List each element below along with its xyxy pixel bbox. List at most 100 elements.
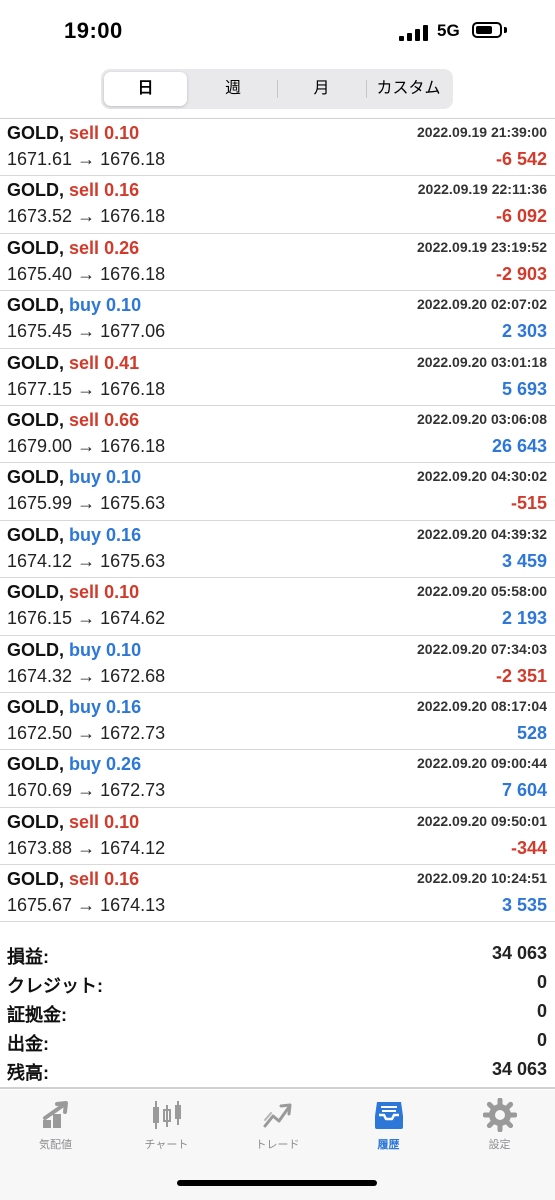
trade-volume: 0.16 <box>106 524 142 545</box>
trade-side: sell <box>69 409 100 430</box>
trade-volume: 0.41 <box>104 352 140 373</box>
summary-value: 0 <box>536 972 547 992</box>
trade-prices: 1671.61 → 1676.18 <box>7 149 166 169</box>
summary-label: 出金: <box>7 1034 49 1054</box>
trade-row[interactable]: GOLD, buy 0.16 2022.09.20 04:39:32 1674.… <box>0 521 555 579</box>
trade-volume: 0.10 <box>104 582 140 603</box>
trade-row[interactable]: GOLD, sell 0.10 2022.09.20 05:58:00 1676… <box>0 578 555 636</box>
summary-value: 34 063 <box>491 943 547 963</box>
summary-label: 損益: <box>7 947 49 967</box>
trade-side: sell <box>69 811 100 832</box>
trade-symbol: GOLD, <box>7 352 64 373</box>
trade-profit: -6 542 <box>495 149 547 169</box>
trade-profit: 2 193 <box>501 608 547 629</box>
trade-volume: 0.26 <box>104 237 140 258</box>
tab-custom[interactable]: カスタム <box>367 72 450 106</box>
trade-row[interactable]: GOLD, sell 0.66 2022.09.20 03:06:08 1679… <box>0 406 555 464</box>
trade-datetime: 2022.09.19 22:11:36 <box>417 181 547 198</box>
trade-side-volume: sell 0.66 <box>69 410 139 430</box>
tabbar-label: 設定 <box>488 1139 511 1151</box>
trade-profit: -2 903 <box>495 263 547 284</box>
trade-title: GOLD, sell 0.10 <box>7 812 139 833</box>
tab-week[interactable]: 週 <box>190 72 276 106</box>
trade-datetime: 2022.09.20 08:17:04 <box>417 697 547 714</box>
trade-datetime: 2022.09.20 07:34:03 <box>417 640 547 657</box>
trade-row[interactable]: GOLD, buy 0.16 2022.09.20 08:17:04 1672.… <box>0 693 555 751</box>
trade-volume: 0.10 <box>106 639 142 660</box>
settings-icon <box>482 1098 517 1132</box>
trade-volume: 0.16 <box>104 180 140 201</box>
summary-label: 証拠金: <box>7 1005 67 1025</box>
tabbar-label: 履歴 <box>377 1139 400 1151</box>
summary-value: 0 <box>536 1001 547 1021</box>
trade-profit: 5 693 <box>501 378 547 399</box>
trade-symbol: GOLD, <box>7 123 64 143</box>
trade-prices: 1675.40 → 1676.18 <box>7 263 166 284</box>
tabbar-quotes[interactable]: 気配値 <box>0 1098 111 1158</box>
trade-volume: 0.10 <box>106 295 142 316</box>
trade-side: buy <box>69 295 102 316</box>
trade-prices: 1679.00 → 1676.18 <box>7 435 166 456</box>
trade-profit: 3 535 <box>501 895 547 916</box>
trade-side: buy <box>69 754 102 775</box>
trade-title: GOLD, sell 0.26 <box>7 238 139 259</box>
trade-row[interactable]: GOLD, sell 0.16 2022.09.20 10:24:51 1675… <box>0 865 555 923</box>
trade-prices: 1673.88 → 1674.12 <box>7 837 166 858</box>
chart-icon <box>152 1101 181 1129</box>
trade-row[interactable]: GOLD, buy 0.10 2022.09.20 02:07:02 1675.… <box>0 291 555 349</box>
home-indicator[interactable] <box>177 1180 377 1186</box>
tabbar-history[interactable]: 履歴 <box>333 1098 444 1158</box>
trade-side: sell <box>69 869 100 890</box>
trade-side-volume: sell 0.16 <box>69 869 139 889</box>
trade-row[interactable]: GOLD, sell 0.16 2022.09.19 22:11:36 1673… <box>0 176 555 234</box>
trade-row[interactable]: GOLD, sell 0.26 2022.09.19 23:19:52 1675… <box>0 234 555 292</box>
tabbar-trade[interactable]: トレード <box>222 1098 333 1158</box>
summary-margin-row: 証拠金: 0 <box>0 998 555 1027</box>
trade-row[interactable]: GOLD, sell 0.41 2022.09.20 03:01:18 1677… <box>0 349 555 406</box>
trade-side-volume: buy 0.10 <box>69 295 141 315</box>
summary-withdrawal-row: 出金: 0 <box>0 1027 555 1056</box>
tabbar-settings[interactable]: 設定 <box>444 1098 555 1158</box>
trade-title: GOLD, buy 0.26 <box>7 754 141 775</box>
tab-day[interactable]: 日 <box>104 72 187 106</box>
trade-datetime: 2022.09.20 10:24:51 <box>417 870 547 887</box>
tabbar-label: トレード <box>255 1139 300 1151</box>
trade-side-volume: sell 0.10 <box>69 582 139 602</box>
trade-title: GOLD, sell 0.10 <box>7 582 139 603</box>
trade-title: GOLD, buy 0.10 <box>7 640 141 661</box>
trade-title: GOLD, sell 0.41 <box>7 353 139 374</box>
trade-row[interactable]: GOLD, buy 0.10 2022.09.20 07:34:03 1674.… <box>0 636 555 693</box>
status-bar: 19:00 5G <box>0 0 555 66</box>
trade-volume: 0.66 <box>104 409 140 430</box>
trade-symbol: GOLD, <box>7 237 64 258</box>
trade-volume: 0.16 <box>104 869 140 890</box>
trade-datetime: 2022.09.20 09:50:01 <box>417 812 547 829</box>
trade-prices: 1676.15 → 1674.62 <box>7 608 166 629</box>
tabbar-chart[interactable]: チャート <box>111 1098 222 1158</box>
trade-row[interactable]: GOLD, buy 0.10 2022.09.20 04:30:02 1675.… <box>0 463 555 521</box>
trade-side-volume: buy 0.16 <box>69 525 141 545</box>
trade-row[interactable]: GOLD, buy 0.26 2022.09.20 09:00:44 1670.… <box>0 750 555 808</box>
trade-symbol: GOLD, <box>7 811 64 832</box>
trade-row[interactable]: GOLD, sell 0.10 2022.09.19 21:39:00 1671… <box>0 119 555 177</box>
trade-side-volume: buy 0.16 <box>69 697 141 717</box>
battery-icon <box>472 22 502 38</box>
cellular-signal-icon <box>399 25 429 41</box>
tabbar-label: チャート <box>144 1139 189 1151</box>
trade-profit: -2 351 <box>495 665 547 686</box>
trade-symbol: GOLD, <box>7 295 64 316</box>
trade-side: buy <box>69 467 102 488</box>
trade-profit: 26 643 <box>491 435 547 456</box>
summary-value: 0 <box>536 1030 547 1050</box>
trade-side-volume: sell 0.26 <box>69 238 139 258</box>
trade-row[interactable]: GOLD, sell 0.10 2022.09.20 09:50:01 1673… <box>0 808 555 866</box>
trade-datetime: 2022.09.19 23:19:52 <box>417 238 547 255</box>
trade-profit: 3 459 <box>501 550 547 571</box>
trade-datetime: 2022.09.20 04:30:02 <box>417 468 547 485</box>
trade-side: sell <box>69 237 100 258</box>
trade-symbol: GOLD, <box>7 754 64 775</box>
tab-month[interactable]: 月 <box>278 72 365 106</box>
trade-side: buy <box>69 696 102 717</box>
trade-datetime: 2022.09.19 21:39:00 <box>417 124 547 140</box>
trade-side: sell <box>69 352 100 373</box>
